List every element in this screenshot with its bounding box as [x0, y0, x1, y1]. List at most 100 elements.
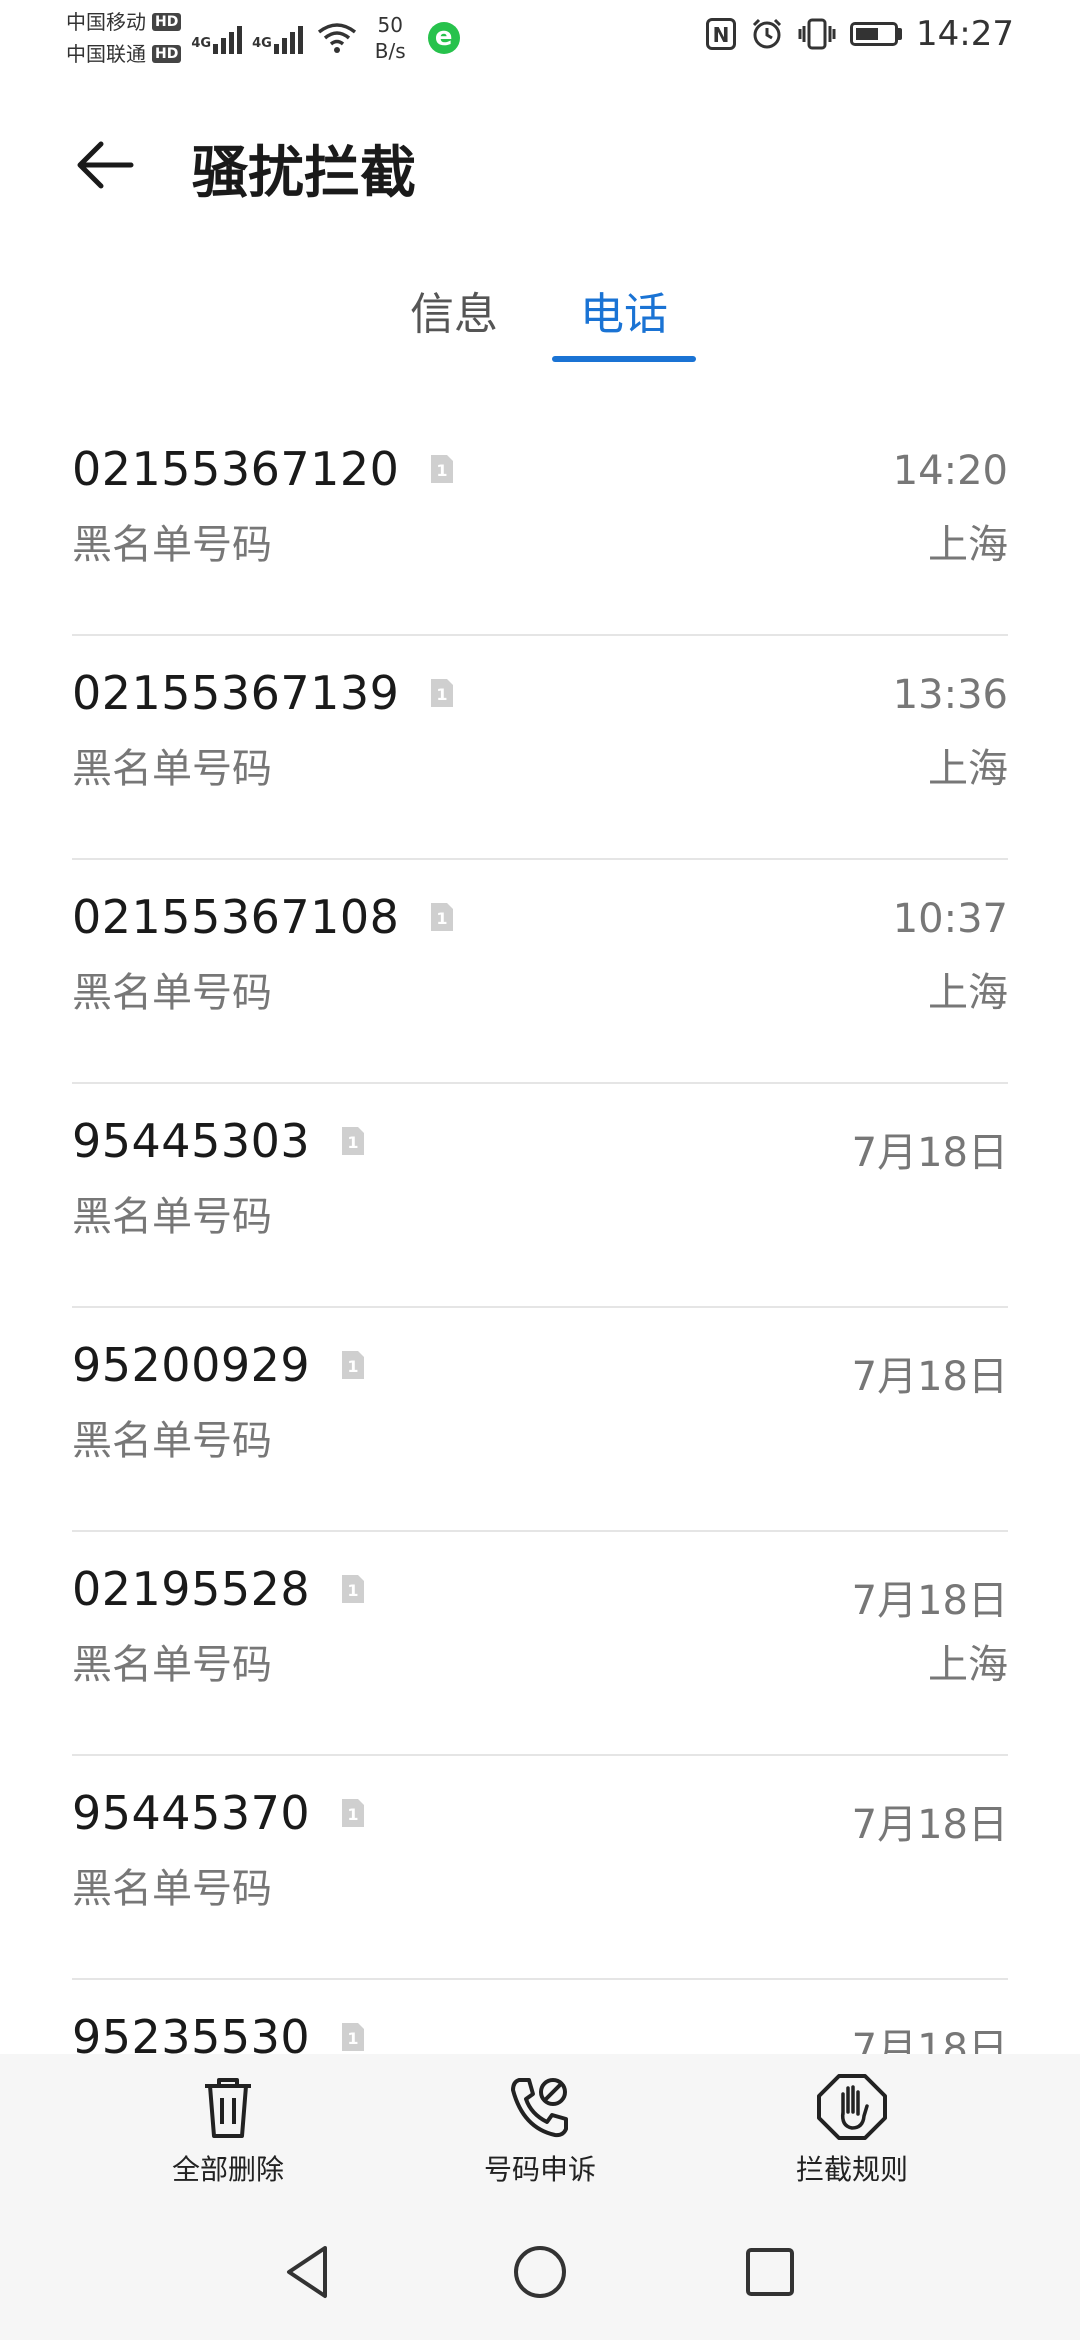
- carrier-name-2: 中国联通: [66, 42, 146, 66]
- battery-level: [856, 28, 879, 40]
- bottom-toolbar: 全部删除 号码申诉 拦截规则: [0, 2054, 1080, 2200]
- call-list-item[interactable]: 95445303 1 黑名单号码 7月18日: [72, 1084, 1008, 1308]
- triangle-back-icon: [287, 2246, 327, 2298]
- hd-badge: HD: [152, 13, 182, 31]
- signal-group: 4G 4G: [191, 22, 312, 54]
- circle-home-icon: [514, 2246, 566, 2298]
- nav-back-button[interactable]: [268, 2232, 348, 2312]
- call-time: 13:36: [892, 672, 1008, 718]
- sim-number: 1: [348, 2029, 359, 2048]
- trash-icon: [205, 2078, 251, 2138]
- sim-number: 1: [437, 909, 448, 928]
- phone-number: 02155367120: [72, 442, 400, 496]
- call-list-item[interactable]: 02155367120 1 黑名单号码 14:20 上海: [72, 412, 1008, 636]
- browser-app-icon: e: [427, 22, 460, 54]
- carrier-name-1: 中国移动: [66, 10, 146, 34]
- sim-number: 1: [348, 1357, 359, 1376]
- tab-bar: 信息 电话: [0, 280, 1080, 370]
- call-time: 7月18日: [851, 1130, 1008, 1176]
- back-arrow-icon: [77, 141, 134, 189]
- phone-number: 95445303: [72, 1114, 311, 1168]
- call-time: 7月18日: [851, 1802, 1008, 1848]
- call-list-item[interactable]: 02155367139 1 黑名单号码 13:36 上海: [72, 636, 1008, 860]
- call-list-item[interactable]: 95445370 1 黑名单号码 7月18日: [72, 1756, 1008, 1980]
- number-appeal-label: 号码申诉: [483, 2153, 596, 2186]
- sim-number: 1: [348, 1581, 359, 1600]
- number-appeal-button[interactable]: 号码申诉: [430, 2072, 650, 2188]
- call-time: 7月18日: [851, 2026, 1008, 2054]
- status-bar-left: 中国移动 HD 中国联通 HD 4G 4G 50 B/s e: [66, 6, 460, 70]
- delete-all-label: 全部删除: [171, 2153, 284, 2186]
- battery-icon: [850, 22, 903, 46]
- network-speed-unit: B/s: [374, 39, 406, 63]
- phone-number: 02155367139: [72, 666, 400, 720]
- alarm-icon: [752, 18, 782, 49]
- clock: 14:27: [916, 14, 1014, 54]
- sim-card-icon: 1: [342, 1575, 365, 1603]
- system-nav-bar: [0, 2200, 1080, 2340]
- square-recents-icon: [746, 2248, 794, 2296]
- call-number-wrap: 95445303 1: [72, 1114, 366, 1168]
- wifi-icon: [317, 23, 356, 53]
- battery-tip: [898, 28, 903, 40]
- page-title: 骚扰拦截: [192, 141, 416, 206]
- stop-hand-icon: [817, 2074, 887, 2140]
- block-rules-button[interactable]: 拦截规则: [742, 2072, 962, 2188]
- call-list-item[interactable]: 02195528 1 黑名单号码 7月18日 上海: [72, 1532, 1008, 1756]
- call-number-wrap: 95445370 1: [72, 1786, 366, 1840]
- call-time: 7月18日: [851, 1354, 1008, 1400]
- call-number-wrap: 95235530 1: [72, 2010, 366, 2054]
- back-button[interactable]: [70, 130, 140, 200]
- nav-home-button[interactable]: [500, 2232, 580, 2312]
- app-header: 骚扰拦截: [0, 110, 1080, 210]
- nfc-icon: N: [706, 18, 737, 50]
- call-list-item[interactable]: 95235530 1 7月18日: [72, 1980, 1008, 2054]
- call-list-item[interactable]: 95200929 1 黑名单号码 7月18日: [72, 1308, 1008, 1532]
- tab-calls[interactable]: 电话: [580, 280, 668, 360]
- phone-block-icon: [511, 2078, 568, 2138]
- phone-number: 95235530: [72, 2010, 311, 2054]
- phone-number: 95200929: [72, 1338, 311, 1392]
- sim-card-icon: 1: [342, 1127, 365, 1155]
- network-type-1: 4G: [191, 36, 212, 51]
- phone-number: 02195528: [72, 1562, 311, 1616]
- active-tab-indicator: [552, 356, 696, 362]
- blocked-calls-list[interactable]: 02155367120 1 黑名单号码 14:20 上海 02155367139 1 黑名单号…: [72, 412, 1008, 2054]
- call-location: 上海: [928, 1642, 1008, 1688]
- phone-number: 02155367108: [72, 890, 400, 944]
- call-number-wrap: 95200929 1: [72, 1338, 366, 1392]
- nav-recents-button[interactable]: [730, 2232, 810, 2312]
- sim-card-icon: 1: [431, 455, 454, 483]
- carrier-info: 中国移动 HD 中国联通 HD: [66, 6, 182, 70]
- network-speed: 50 B/s: [375, 12, 406, 64]
- block-rules-label: 拦截规则: [795, 2153, 908, 2186]
- signal-strength-icon: [273, 22, 303, 54]
- sim-number: 1: [348, 1805, 359, 1824]
- battery-body: [850, 22, 899, 46]
- block-reason: 黑名单号码: [72, 522, 272, 568]
- sim-card-icon: 1: [431, 903, 454, 931]
- call-list-item[interactable]: 02155367108 1 黑名单号码 10:37 上海: [72, 860, 1008, 1084]
- tab-messages[interactable]: 信息: [410, 280, 498, 360]
- sim-number: 1: [348, 1133, 359, 1152]
- block-reason: 黑名单号码: [72, 970, 272, 1016]
- delete-all-button[interactable]: 全部删除: [118, 2072, 338, 2188]
- sim-number: 1: [437, 461, 448, 480]
- carrier-row-1: 中国移动 HD: [66, 6, 182, 38]
- sim-card-icon: 1: [342, 1351, 365, 1379]
- status-bar: 中国移动 HD 中国联通 HD 4G 4G 50 B/s e N 14:27: [0, 0, 1080, 80]
- call-number-wrap: 02155367108 1: [72, 890, 455, 944]
- sim-number: 1: [437, 685, 448, 704]
- call-number-wrap: 02195528 1: [72, 1562, 366, 1616]
- status-bar-right: N 14:27: [706, 14, 1014, 54]
- signal-strength-icon: [213, 22, 243, 54]
- carrier-row-2: 中国联通 HD: [66, 38, 182, 70]
- call-time: 10:37: [892, 896, 1008, 942]
- network-type-2: 4G: [252, 36, 272, 51]
- block-reason: 黑名单号码: [72, 1866, 272, 1912]
- network-speed-value: 50: [377, 13, 403, 37]
- block-reason: 黑名单号码: [72, 1642, 272, 1688]
- hd-badge: HD: [152, 45, 182, 63]
- call-time: 14:20: [892, 448, 1008, 494]
- vibrate-icon: [798, 18, 836, 50]
